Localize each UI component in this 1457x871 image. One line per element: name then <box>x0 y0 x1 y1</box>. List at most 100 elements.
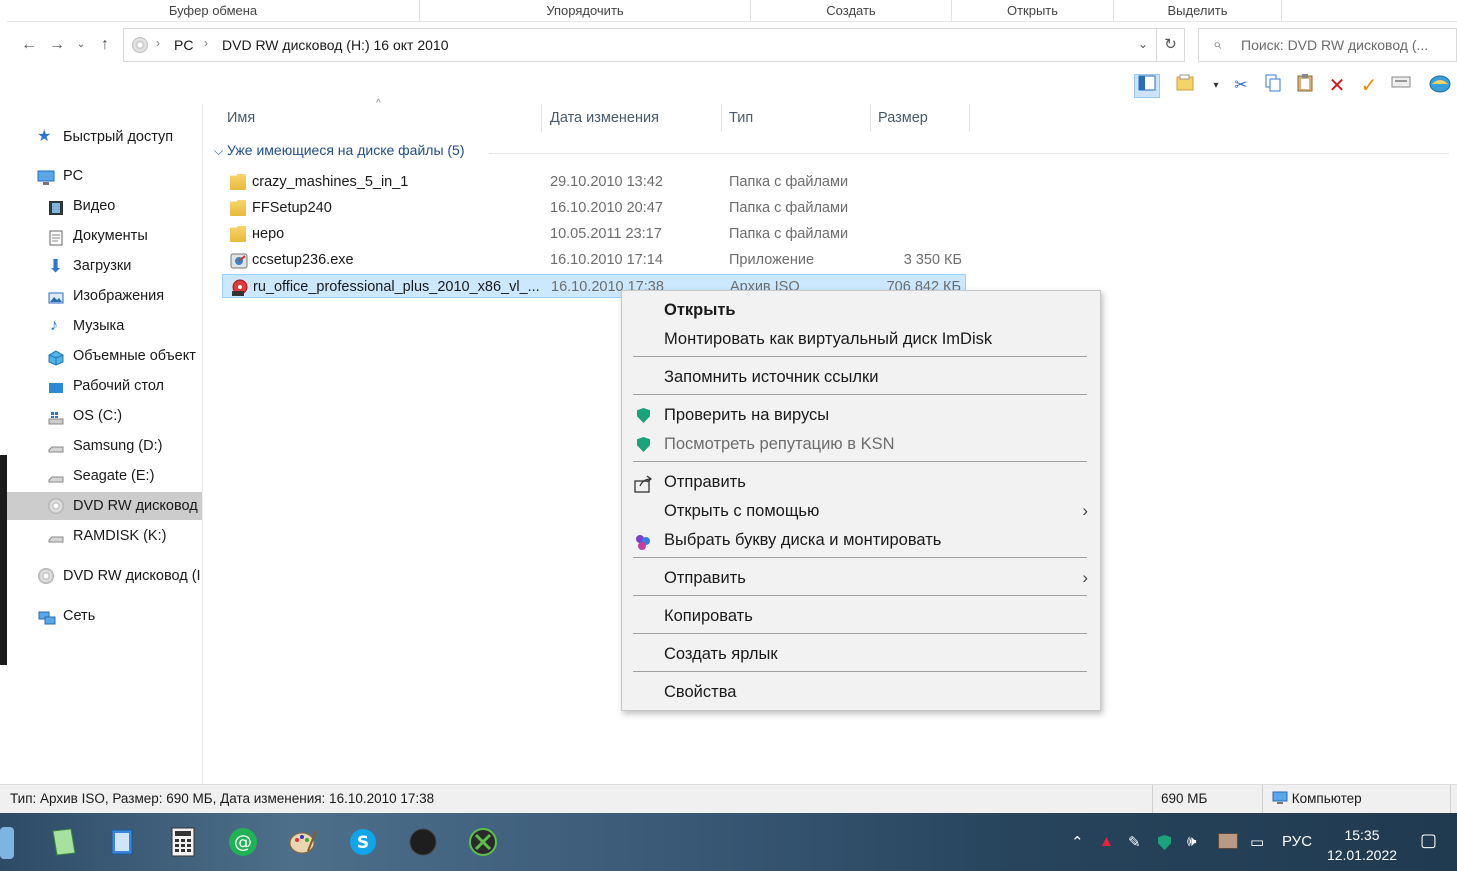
breadcrumb-chevron-icon[interactable]: › <box>156 36 160 50</box>
nav-pc[interactable]: PC <box>7 162 202 190</box>
chevron-right-icon: › <box>1082 568 1088 587</box>
nav-documents[interactable]: Документы <box>7 222 202 250</box>
file-row[interactable]: FFSetup240 16.10.2010 20:47 Папка с файл… <box>222 196 966 220</box>
address-bar[interactable]: › PC › DVD RW дисковод (H:) 16 окт 2010 … <box>123 28 1157 62</box>
breadcrumb-pc[interactable]: PC <box>174 37 193 53</box>
up-button[interactable]: ↑ <box>95 34 115 56</box>
computer-icon <box>37 168 55 185</box>
group-header[interactable]: ⌵ Уже имеющиеся на диске файлы (5) <box>214 142 465 159</box>
menu-open[interactable]: Открыть <box>622 296 1100 324</box>
skype-app-icon[interactable]: S <box>347 827 379 859</box>
ribbon-group-clipboard[interactable]: Буфер обмена <box>7 0 420 22</box>
context-menu: Открыть Монтировать как виртуальный диск… <box>621 290 1101 711</box>
recent-locations-button[interactable]: ⌄ <box>71 34 91 56</box>
menu-open-with[interactable]: Открыть с помощью › <box>622 497 1100 525</box>
cut-icon[interactable]: ✂ <box>1228 74 1254 98</box>
menu-ksn-reputation[interactable]: Посмотреть репутацию в KSN <box>622 430 1100 458</box>
quick-toolbar: ▾ ✂ ✕ ✓ <box>7 68 1457 104</box>
notebook-app-icon[interactable] <box>106 827 138 859</box>
taskbar-app-partial[interactable] <box>0 827 14 859</box>
nav-ramdisk[interactable]: RAMDISK (K:) <box>7 522 202 550</box>
calculator-app-icon[interactable] <box>167 827 199 859</box>
menu-choose-drive-letter-mount[interactable]: Выбрать букву диска и монтировать <box>622 526 1100 554</box>
share-icon <box>634 474 653 493</box>
copy-icon[interactable] <box>1260 74 1286 98</box>
globe-icon[interactable] <box>1427 74 1453 98</box>
ribbon-group-new[interactable]: Создать <box>751 0 952 22</box>
volume-icon[interactable]: 🕪 <box>1187 833 1196 850</box>
back-button[interactable]: ← <box>19 34 39 56</box>
column-header-size[interactable]: Размер <box>872 104 970 132</box>
breadcrumb-chevron-icon[interactable]: › <box>204 36 208 50</box>
refresh-button[interactable]: ↻ <box>1157 28 1185 62</box>
chevron-down-icon[interactable]: ▾ <box>1203 74 1229 98</box>
nav-drive-e[interactable]: Seagate (E:) <box>7 462 202 490</box>
menu-copy[interactable]: Копировать <box>622 602 1100 630</box>
menu-share[interactable]: Отправить <box>622 468 1100 496</box>
status-divider <box>1450 785 1451 813</box>
xbox-app-icon[interactable] <box>467 827 499 859</box>
ribbon-group-open[interactable]: Открыть <box>952 0 1114 22</box>
view-options-icon[interactable] <box>1173 74 1199 98</box>
windows-drive-icon <box>48 408 64 425</box>
properties-icon[interactable] <box>1388 74 1414 98</box>
paint-app-icon[interactable] <box>287 827 319 859</box>
search-input[interactable]: ⌕ Поиск: DVD RW дисковод (... <box>1198 28 1457 62</box>
language-indicator[interactable]: РУС <box>1282 833 1312 850</box>
nav-downloads[interactable]: ⬇ Загрузки <box>7 252 202 280</box>
rename-check-icon[interactable]: ✓ <box>1356 74 1382 98</box>
tray-pen-icon[interactable]: ✎ <box>1128 833 1141 851</box>
status-info: Тип: Архив ISO, Размер: 690 МБ, Дата изм… <box>10 791 435 806</box>
installer-icon <box>230 252 248 269</box>
paste-icon[interactable] <box>1292 74 1318 98</box>
mail-agent-app-icon[interactable]: @ <box>227 827 259 859</box>
breadcrumb-current[interactable]: DVD RW дисковод (H:) 16 окт 2010 <box>222 37 448 53</box>
nav-drive-c[interactable]: OS (C:) <box>7 402 202 430</box>
delete-icon[interactable]: ✕ <box>1324 74 1350 98</box>
desktop-background <box>0 455 7 665</box>
notifications-icon[interactable]: ▢ <box>1420 830 1437 851</box>
menu-mount-imdisk[interactable]: Монтировать как виртуальный диск ImDisk <box>622 325 1100 353</box>
status-bar: Тип: Архив ISO, Размер: 690 МБ, Дата изм… <box>0 784 1457 813</box>
column-header-name[interactable]: Имя <box>221 104 542 132</box>
tray-app-thumbnail-icon[interactable] <box>1218 833 1238 853</box>
nav-pictures[interactable]: Изображения <box>7 282 202 310</box>
clock-date: 12.01.2022 <box>1326 847 1398 863</box>
address-dropdown-icon[interactable]: ⌄ <box>1138 37 1148 51</box>
menu-create-shortcut[interactable]: Создать ярлык <box>622 640 1100 668</box>
column-header-date[interactable]: Дата изменения <box>544 104 722 132</box>
menu-properties[interactable]: Свойства <box>622 678 1100 706</box>
forward-button[interactable]: → <box>47 34 67 56</box>
folder-icon <box>230 200 246 216</box>
menu-scan-viruses[interactable]: Проверить на вирусы <box>622 401 1100 429</box>
kaspersky-tray-icon[interactable] <box>1158 833 1171 852</box>
dark-circle-app-icon[interactable] <box>407 827 439 859</box>
kaspersky-shield-icon <box>634 407 652 425</box>
nav-quick-access[interactable]: ★ Быстрый доступ <box>7 123 202 151</box>
nav-video[interactable]: Видео <box>7 192 202 220</box>
notepad-app-icon[interactable] <box>48 827 80 859</box>
ribbon-group-organize[interactable]: Упорядочить <box>420 0 751 22</box>
menu-send-to[interactable]: Отправить › <box>622 564 1100 592</box>
file-row[interactable]: неро 10.05.2011 23:17 Папка с файлами <box>222 222 966 246</box>
dvd-icon <box>48 498 64 514</box>
nav-3d-objects[interactable]: Объемные объект <box>7 342 202 370</box>
menu-remember-link-source[interactable]: Запомнить источник ссылки <box>622 363 1100 391</box>
svg-text:S: S <box>357 833 369 853</box>
nav-desktop[interactable]: Рабочий стол <box>7 372 202 400</box>
file-row[interactable]: crazy_mashines_5_in_1 29.10.2010 13:42 П… <box>222 170 966 194</box>
nav-dvd-i[interactable]: DVD RW дисковод (I <box>7 562 202 590</box>
column-header-type[interactable]: Тип <box>723 104 871 132</box>
nav-dvd-h[interactable]: DVD RW дисковод <box>7 492 202 520</box>
nav-network[interactable]: Сеть <box>7 602 202 630</box>
preview-pane-button[interactable] <box>1134 74 1160 98</box>
network-tray-icon[interactable]: ▭ <box>1250 833 1264 851</box>
tray-app-red-icon[interactable]: ▲ <box>1099 833 1114 850</box>
nav-drive-d[interactable]: Samsung (D:) <box>7 432 202 460</box>
ribbon-group-select[interactable]: Выделить <box>1114 0 1282 22</box>
show-hidden-icons-chevron-icon[interactable]: ⌃ <box>1071 833 1084 851</box>
file-row[interactable]: ccsetup236.exe 16.10.2010 17:14 Приложен… <box>222 248 966 272</box>
clock[interactable]: 15:35 12.01.2022 <box>1322 825 1402 865</box>
dvd-drive-icon <box>132 37 148 53</box>
nav-music[interactable]: ♪ Музыка <box>7 312 202 340</box>
